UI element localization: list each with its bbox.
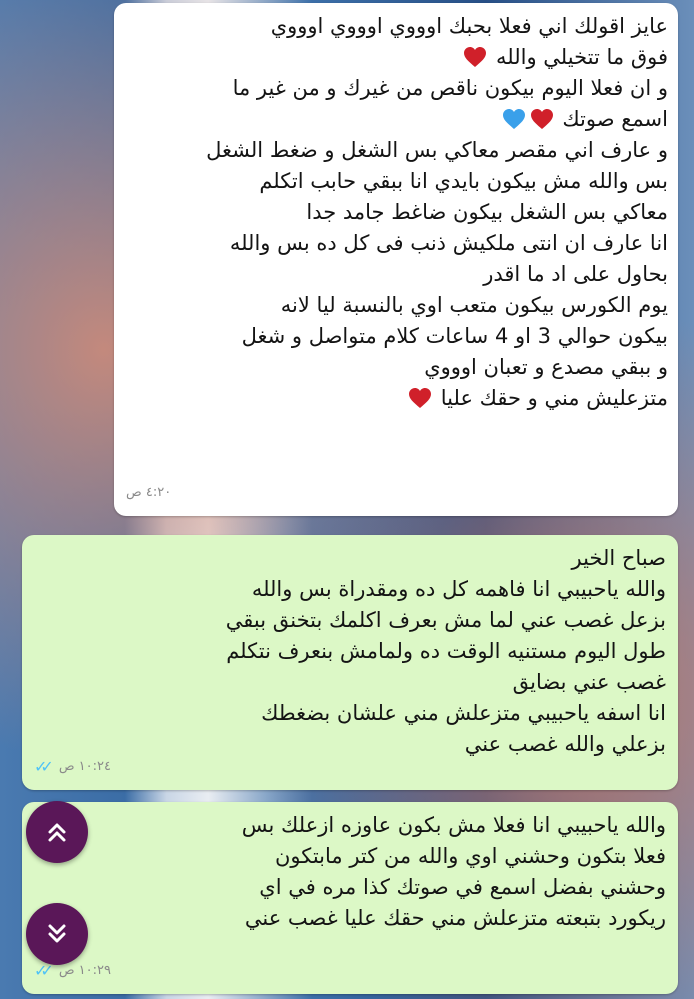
double-chevron-up-icon — [48, 823, 66, 842]
message-line: عايز اقولك اني فعلا بحبك اوووي اوووي اوو… — [270, 14, 668, 38]
message-text: فوق ما تتخيلي والله — [496, 45, 668, 69]
message-text: متزعليش مني و حقك عليا — [440, 386, 668, 410]
scroll-down-button[interactable] — [26, 903, 88, 965]
double-chevron-down-icon — [48, 924, 66, 943]
message-line: صباح الخير — [571, 546, 666, 570]
message-line: انا عارف ان انتى ملكيش ذنب فى كل ده بس و… — [229, 231, 668, 255]
message-time: ٤:٢٠ ص — [126, 485, 172, 500]
message-meta: ✓✓ ١٠:٢٤ ص — [34, 751, 111, 782]
red-heart-icon — [463, 46, 487, 68]
red-heart-icon — [408, 387, 432, 409]
message-line: والله ياحبيبي انا فعلا مش بكون عاوزه ازع… — [241, 813, 666, 837]
message-line: والله ياحبيبي انا فاهمه كل ده ومقدراة بس… — [251, 577, 666, 601]
message-time: ١٠:٢٤ ص — [58, 759, 111, 774]
outgoing-message-bubble[interactable]: والله ياحبيبي انا فعلا مش بكون عاوزه ازع… — [22, 802, 678, 994]
message-meta: ٤:٢٠ ص — [126, 477, 171, 508]
message-line: انا اسفه ياحبيبي متزعلش مني علشان بضغطك — [261, 701, 666, 725]
message-line: يوم الكورس بيكون متعب اوي بالنسبة ليا لا… — [280, 293, 668, 317]
message-line: بحاول على اد ما اقدر — [483, 262, 668, 286]
message-line: متزعليش مني و حقك عليا — [126, 383, 668, 414]
message-line: اسمع صوتك — [126, 104, 668, 135]
message-line: ريكورد بتبعته متزعلش مني حقك عليا غصب عن… — [244, 906, 666, 930]
message-line: غصب عني بضايق — [512, 670, 666, 694]
message-line: و عارف اني مقصر معاكي بس الشغل و ضغط الش… — [206, 138, 668, 162]
outgoing-message-bubble[interactable]: صباح الخير والله ياحبيبي انا فاهمه كل ده… — [22, 535, 678, 790]
message-text: اسمع صوتك — [562, 107, 668, 131]
read-receipt-icon: ✓✓ — [34, 757, 54, 776]
message-line: فوق ما تتخيلي والله — [126, 42, 668, 73]
scroll-up-button[interactable] — [26, 801, 88, 863]
message-line: بيكون حوالي 3 او 4 ساعات كلام متواصل و ش… — [241, 324, 668, 348]
message-line: فعلا بتكون وحشني اوي والله من كتر مابتكو… — [274, 844, 666, 868]
message-line: معاكي بس الشغل بيكون ضاغط جامد جدا — [306, 200, 668, 224]
message-line: و ان فعلا اليوم بيكون ناقص من غيرك و من … — [232, 76, 668, 100]
message-line: طول اليوم مستنيه الوقت ده ولمامش بنعرف ن… — [226, 639, 666, 663]
red-heart-icon — [530, 108, 554, 130]
message-line: بزعلي والله غصب عني — [464, 732, 666, 756]
blue-heart-icon — [502, 108, 526, 130]
message-line: بس والله مش بيكون بايدي انا ببقي حابب ات… — [259, 169, 668, 193]
message-line: بزعل غصب عني لما مش بعرف اكلمك بتخنق ببق… — [225, 608, 666, 632]
chat-area: عايز اقولك اني فعلا بحبك اوووي اوووي اوو… — [0, 0, 694, 999]
message-line: وحشني بفضل اسمع في صوتك كذا مره في اي — [259, 875, 666, 899]
message-line: و ببقي مصدع و تعبان اوووي — [424, 355, 668, 379]
incoming-message-bubble[interactable]: عايز اقولك اني فعلا بحبك اوووي اوووي اوو… — [114, 3, 678, 516]
